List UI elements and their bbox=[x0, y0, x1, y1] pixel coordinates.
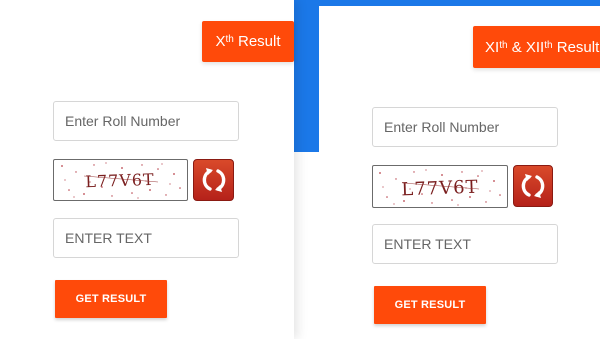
captcha-text: L77V6T bbox=[401, 177, 479, 201]
refresh-icon bbox=[202, 168, 225, 192]
tab-label-suffix: Result bbox=[233, 33, 281, 50]
roll-number-placeholder: Enter Roll Number bbox=[384, 119, 500, 135]
tab-label-sup: th bbox=[499, 39, 508, 51]
tab-class-10-result[interactable]: Xth Result bbox=[202, 21, 294, 62]
class-10-result-panel: Xth Result Enter Roll Number L77V6T ENTE… bbox=[0, 0, 294, 339]
tab-label-sup-2: th bbox=[544, 39, 553, 51]
captcha-text-placeholder: ENTER TEXT bbox=[65, 230, 152, 246]
roll-number-input[interactable]: Enter Roll Number bbox=[53, 101, 239, 141]
blue-header-strip bbox=[294, 0, 600, 6]
tab-label-suffix: Result bbox=[552, 38, 600, 56]
tab-label-sup: th bbox=[225, 34, 234, 45]
refresh-captcha-button[interactable] bbox=[513, 165, 553, 207]
roll-number-input[interactable]: Enter Roll Number bbox=[372, 107, 558, 147]
captcha-text-input[interactable]: ENTER TEXT bbox=[372, 224, 558, 264]
blue-side-strip bbox=[294, 0, 319, 152]
tab-class-11-12-result[interactable]: XI th & XII th Result bbox=[473, 26, 600, 68]
captcha-text-placeholder: ENTER TEXT bbox=[384, 236, 471, 252]
get-result-button[interactable]: GET RESULT bbox=[55, 280, 167, 318]
captcha-text: L77V6T bbox=[85, 170, 155, 191]
roll-number-placeholder: Enter Roll Number bbox=[65, 113, 181, 129]
captcha-text-input[interactable]: ENTER TEXT bbox=[53, 218, 239, 258]
tab-label-mid: & XII bbox=[507, 38, 545, 56]
captcha-image: L77V6T bbox=[53, 159, 188, 201]
captcha-image: L77V6T bbox=[372, 165, 508, 208]
tab-label-base: XI bbox=[485, 38, 500, 56]
class-11-12-result-panel: XI th & XII th Result Enter Roll Number L7… bbox=[294, 0, 600, 339]
get-result-button[interactable]: GET RESULT bbox=[374, 286, 486, 324]
refresh-captcha-button[interactable] bbox=[193, 159, 234, 201]
refresh-icon bbox=[521, 174, 545, 198]
tab-label-base: X bbox=[215, 33, 226, 50]
